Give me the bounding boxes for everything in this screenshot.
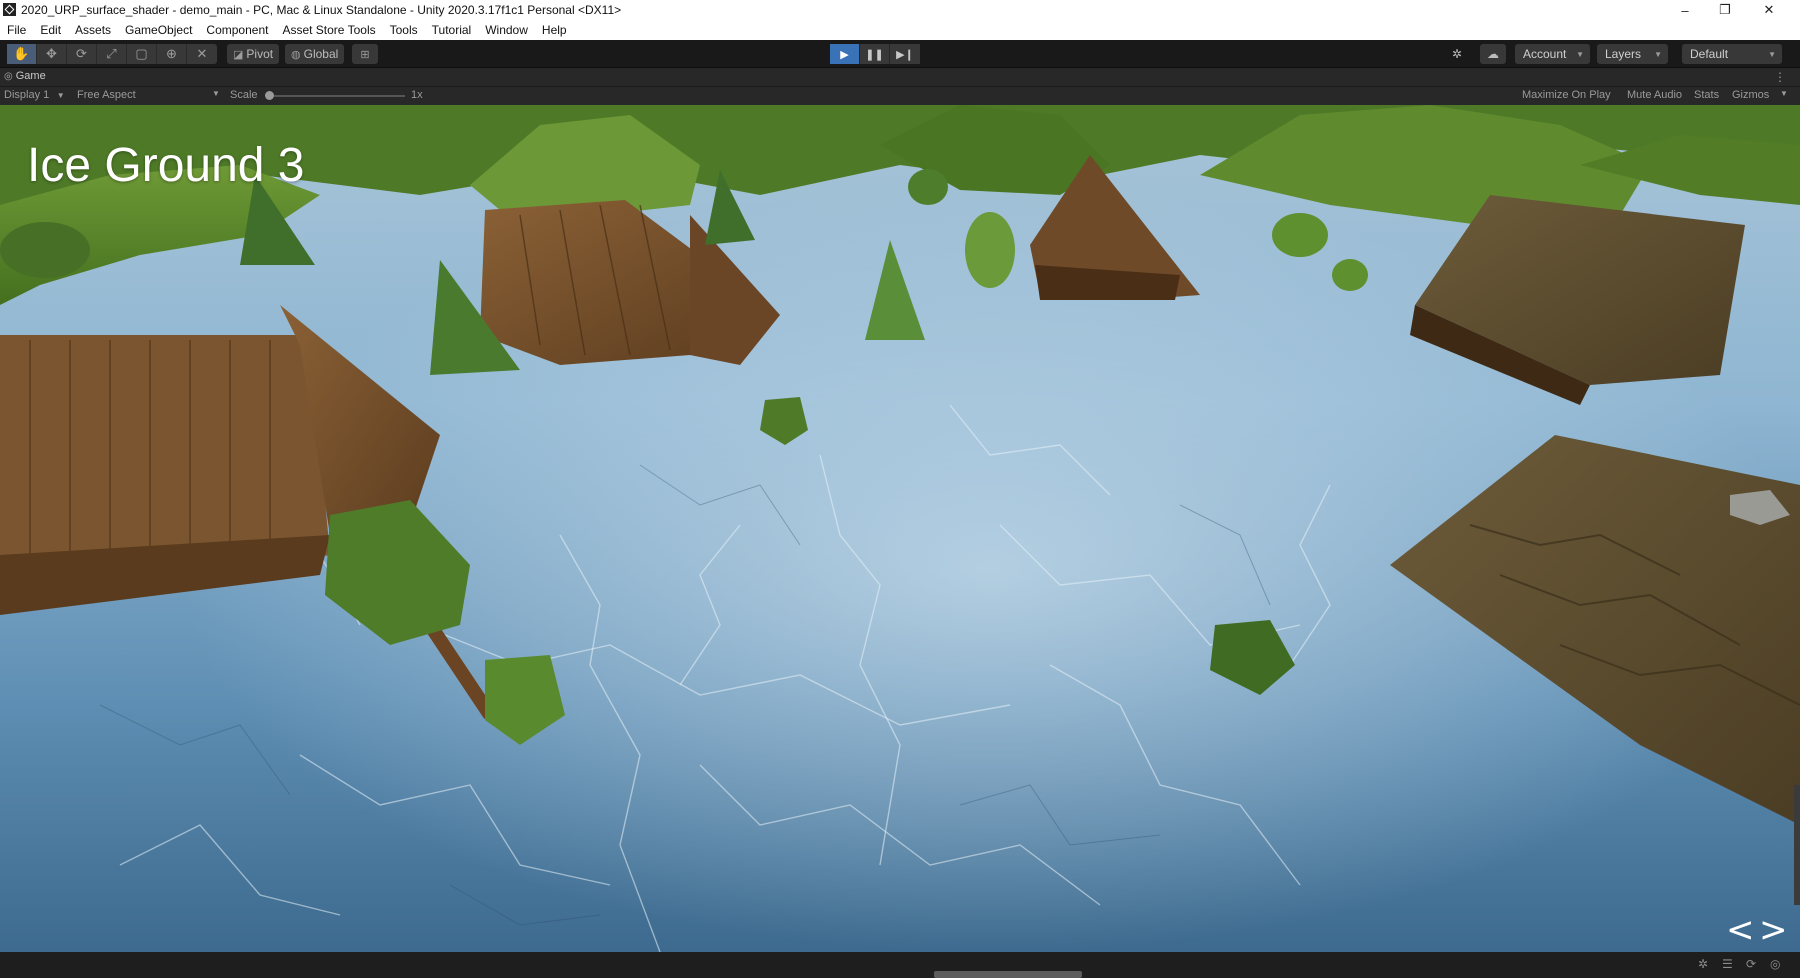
play-controls: ▶ ❚❚ ▶❙	[830, 44, 920, 64]
services-icon[interactable]: ✲	[1444, 44, 1470, 64]
grid-snap-button[interactable]: ⊞	[352, 44, 378, 64]
pause-button[interactable]: ❚❚	[860, 44, 890, 64]
display-dropdown[interactable]: Display 1 ▼	[4, 89, 65, 101]
step-button[interactable]: ▶❙	[890, 44, 920, 64]
tab-menu-icon[interactable]: ⋮	[1774, 70, 1786, 84]
rect-tool-icon[interactable]: ▢	[127, 44, 157, 64]
menu-component[interactable]: Component	[206, 23, 268, 37]
scale-slider-handle[interactable]	[265, 91, 274, 100]
layers-dropdown[interactable]: Layers ▼	[1597, 44, 1668, 64]
transform-tool-icon[interactable]: ⊕	[157, 44, 187, 64]
restore-button[interactable]: ❐	[1705, 0, 1745, 20]
chevron-down-icon: ▼	[1780, 89, 1788, 98]
window-title: 2020_URP_surface_shader - demo_main - PC…	[21, 3, 622, 17]
rotate-tool-icon[interactable]: ⟳	[67, 44, 97, 64]
menu-assets[interactable]: Assets	[75, 23, 111, 37]
debug-icon[interactable]: ✲	[1698, 957, 1708, 971]
pivot-toggle[interactable]: ◪ Pivot	[227, 44, 280, 64]
menu-help[interactable]: Help	[542, 23, 567, 37]
round-tree	[908, 169, 948, 205]
scale-label: Scale	[230, 89, 258, 101]
cloud-icon[interactable]: ☁	[1480, 44, 1506, 64]
grid-icon: ⊞	[360, 48, 370, 61]
chevron-down-icon: ▼	[1576, 50, 1584, 59]
menu-tutorial[interactable]: Tutorial	[432, 23, 472, 37]
hand-tool-icon[interactable]: ✋	[7, 44, 37, 64]
window-title-bar: 2020_URP_surface_shader - demo_main - PC…	[0, 0, 1800, 20]
account-dropdown[interactable]: Account ▼	[1515, 44, 1590, 64]
scale-tool-icon[interactable]: ⤢	[97, 44, 127, 64]
play-button[interactable]: ▶	[830, 44, 860, 64]
round-tree	[965, 212, 1015, 288]
main-toolbar: ✋ ✥ ⟳ ⤢ ▢ ⊕ ✕ ◪ Pivot ◍ Global ⊞ ▶ ❚❚ ▶❙…	[0, 40, 1800, 68]
menu-asset-store-tools[interactable]: Asset Store Tools	[282, 23, 375, 37]
chevron-down-icon: ▼	[52, 91, 65, 100]
menu-tools[interactable]: Tools	[390, 23, 418, 37]
minimize-button[interactable]: –	[1665, 0, 1705, 20]
resize-handle[interactable]	[934, 971, 1082, 978]
gizmos-toggle[interactable]: Gizmos	[1732, 89, 1769, 101]
close-button[interactable]: ✕	[1749, 0, 1789, 20]
game-viewport[interactable]: Ice Ground 3 < >	[0, 105, 1800, 952]
collab-icon[interactable]: ◎	[1770, 957, 1780, 971]
round-tree-left	[0, 222, 90, 278]
mute-audio-toggle[interactable]: Mute Audio	[1627, 89, 1682, 101]
unity-logo-icon	[3, 3, 16, 16]
round-tree	[1332, 259, 1368, 291]
menu-bar: File Edit Assets GameObject Component As…	[0, 20, 1800, 40]
layers-icon[interactable]: ☰	[1722, 957, 1733, 971]
aspect-dropdown[interactable]: Free Aspect	[77, 89, 136, 101]
scale-value: 1x	[411, 89, 423, 101]
menu-file[interactable]: File	[7, 23, 26, 37]
chevron-down-icon: ▼	[1654, 50, 1662, 59]
menu-window[interactable]: Window	[485, 23, 528, 37]
game-tab-row: ◎ Game ⋮	[0, 68, 1800, 87]
scene-render	[0, 105, 1800, 952]
menu-gameobject[interactable]: GameObject	[125, 23, 192, 37]
menu-edit[interactable]: Edit	[40, 23, 61, 37]
pivot-icon: ◪	[233, 48, 244, 61]
chevron-down-icon: ▼	[212, 89, 220, 98]
viewport-scrollbar[interactable]	[1794, 785, 1800, 905]
previous-scene-button[interactable]: <	[1726, 913, 1755, 947]
game-view-toolbar: Display 1 ▼ Free Aspect ▼ Scale 1x Maxim…	[0, 87, 1800, 105]
next-scene-button[interactable]: >	[1759, 913, 1788, 947]
move-tool-icon[interactable]: ✥	[37, 44, 67, 64]
tab-game[interactable]: ◎ Game	[4, 70, 46, 82]
custom-tool-icon[interactable]: ✕	[187, 44, 217, 64]
chevron-down-icon: ▼	[1768, 50, 1776, 59]
status-bar: ✲ ☰ ⟳ ◎	[0, 952, 1800, 978]
global-toggle[interactable]: ◍ Global	[285, 44, 345, 64]
globe-icon: ◍	[291, 48, 301, 61]
maximize-on-play-toggle[interactable]: Maximize On Play	[1522, 89, 1611, 101]
progress-icon[interactable]: ⟳	[1746, 957, 1756, 971]
transform-tools: ✋ ✥ ⟳ ⤢ ▢ ⊕ ✕	[7, 44, 217, 64]
scale-slider-track[interactable]	[270, 95, 405, 97]
stats-toggle[interactable]: Stats	[1694, 89, 1719, 101]
game-controller-icon: ◎	[4, 70, 13, 82]
round-tree	[1272, 213, 1328, 257]
scene-title: Ice Ground 3	[27, 139, 305, 192]
layout-dropdown[interactable]: Default ▼	[1682, 44, 1782, 64]
